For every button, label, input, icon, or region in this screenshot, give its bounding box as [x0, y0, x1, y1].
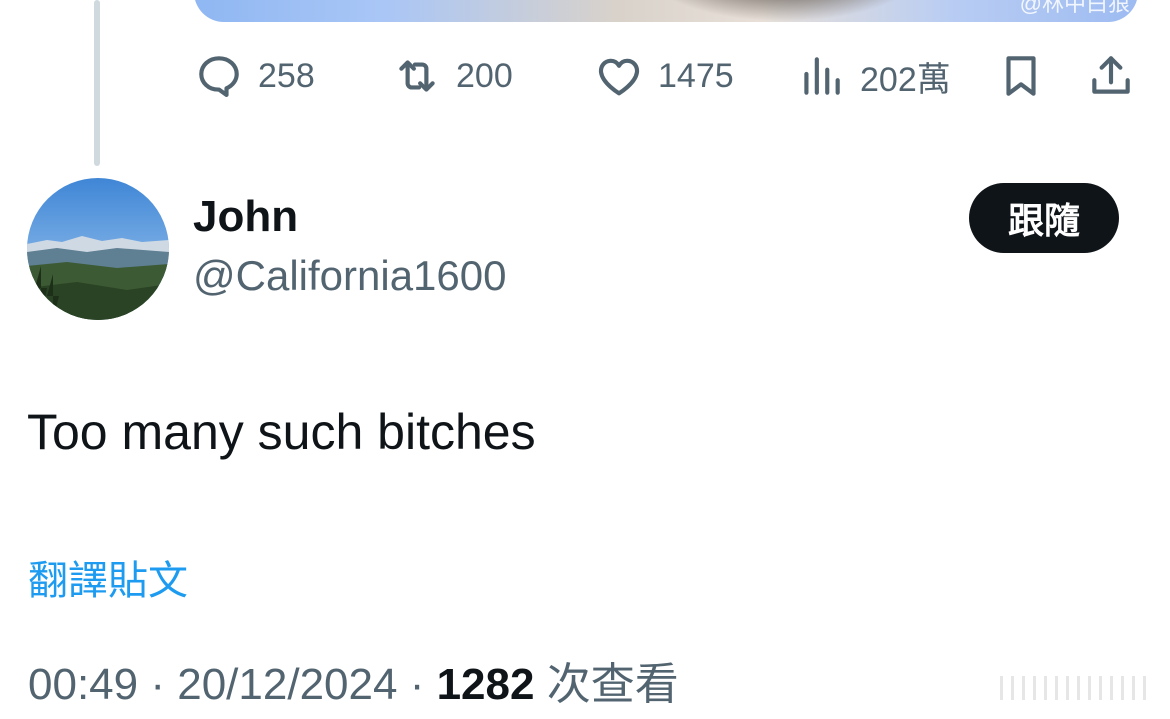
bookmark-icon [1006, 56, 1036, 96]
media-watermark: @林中白狼 [1019, 0, 1130, 16]
retweet-icon [399, 60, 435, 92]
heart-icon [598, 58, 640, 96]
bookmark-button[interactable] [996, 51, 1046, 101]
tweet-time[interactable]: 00:49 [28, 660, 138, 709]
reply-icon [199, 56, 239, 98]
views-count: 202萬 [860, 60, 951, 99]
like-count: 1475 [658, 56, 734, 95]
quoted-media-image[interactable]: @林中白狼 [194, 0, 1138, 22]
media-subject [634, 0, 934, 22]
share-button[interactable] [1086, 51, 1136, 101]
scroll-indicator [1000, 676, 1160, 700]
views-button[interactable]: 202萬 [796, 51, 951, 101]
tweet-date[interactable]: 20/12/2024 [177, 660, 397, 709]
translate-post-link[interactable]: 翻譯貼文 [28, 548, 188, 606]
author-handle[interactable]: @California1600 [193, 252, 506, 300]
reply-button[interactable]: 258 [194, 51, 315, 101]
tweet-text: Too many such bitches [27, 404, 536, 460]
retweet-button[interactable]: 200 [392, 51, 513, 101]
author-display-name[interactable]: John [193, 192, 298, 242]
retweet-count: 200 [456, 56, 513, 95]
author-avatar[interactable] [27, 178, 169, 320]
tweet-views-count: 1282 [436, 660, 535, 709]
thread-connector-line [94, 0, 100, 166]
tweet-views-label: 次查看 [546, 660, 679, 709]
like-button[interactable]: 1475 [594, 51, 734, 101]
views-chart-icon [804, 57, 840, 95]
reply-count: 258 [258, 56, 315, 95]
share-icon [1092, 56, 1130, 94]
tweet-metadata: 00:49 · 20/12/2024 · 1282 次查看 [28, 648, 679, 712]
meta-separator: · [150, 660, 165, 709]
follow-button[interactable]: 跟隨 [969, 183, 1119, 253]
tweet-action-bar: 258 200 1475 202萬 [194, 50, 1138, 102]
meta-separator: · [409, 660, 425, 709]
